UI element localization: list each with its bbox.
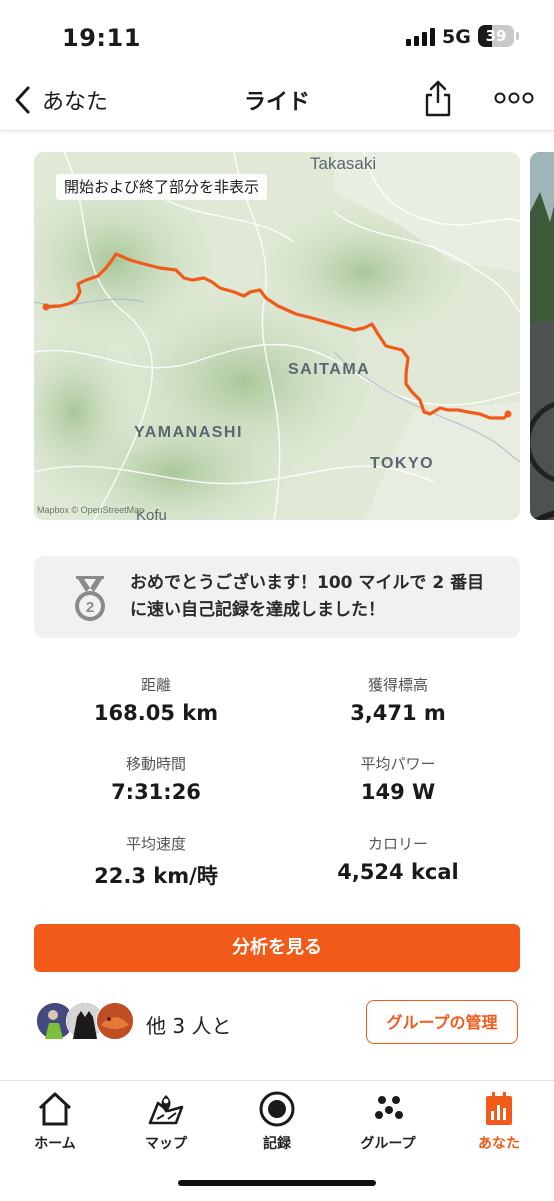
battery-level: 39 <box>485 27 507 45</box>
stat-label: 獲得標高 <box>367 676 428 694</box>
battery-cap <box>516 32 519 40</box>
route-start-marker <box>42 303 50 311</box>
stat-label: 移動時間 <box>125 755 186 773</box>
tab-label: マップ <box>145 1136 187 1152</box>
stat-average-power: 平均パワー 149 W <box>278 753 518 804</box>
share-icon[interactable] <box>422 78 454 118</box>
map-canvas: Takasaki SAITAMA YAMANASHI TOKYO Kofu Ma… <box>34 152 520 520</box>
nav-header: あなた ライド <box>0 72 554 131</box>
route-end-marker <box>504 410 512 418</box>
group-avatars[interactable] <box>36 1002 134 1040</box>
status-time: 19:11 <box>62 24 141 52</box>
you-icon <box>486 1092 512 1125</box>
tab-you[interactable]: あなた <box>444 1089 554 1153</box>
medal-number: 2 <box>86 599 94 616</box>
route-map[interactable]: Takasaki SAITAMA YAMANASHI TOKYO Kofu Ma… <box>34 152 520 520</box>
manage-group-button[interactable]: グループの管理 <box>366 1000 518 1044</box>
view-analysis-button[interactable]: 分析を見る <box>34 924 520 972</box>
home-indicator <box>178 1180 376 1186</box>
tab-label: グループ <box>360 1136 416 1152</box>
stat-average-speed: 平均速度 22.3 km/時 <box>36 833 276 890</box>
stat-value: 4,524 kcal <box>337 860 459 884</box>
tab-record[interactable]: 記録 <box>222 1089 332 1153</box>
ride-photo[interactable] <box>530 152 554 520</box>
achievement-banner[interactable]: 2 おめでとうございます！100 マイルで 2 番目に速い自己記録を達成しました… <box>34 556 520 638</box>
stat-calories: カロリー 4,524 kcal <box>278 833 518 884</box>
stat-label: 平均パワー <box>360 755 436 773</box>
record-icon <box>259 1091 295 1127</box>
tab-map[interactable]: マップ <box>111 1089 221 1153</box>
map-attribution: Mapbox © OpenStreetMap <box>37 505 144 515</box>
chevron-left-icon <box>15 86 30 114</box>
medal-icon: 2 <box>75 576 105 621</box>
stat-label: 平均速度 <box>125 835 186 853</box>
cellular-signal-icon <box>406 28 436 46</box>
stat-value: 168.05 km <box>93 701 219 725</box>
stat-elevation-gain: 獲得標高 3,471 m <box>278 674 518 725</box>
network-type: 5G <box>442 26 471 48</box>
stat-value: 22.3 km/時 <box>94 864 218 888</box>
map-icon <box>148 1095 184 1125</box>
stat-label: カロリー <box>367 835 428 853</box>
stat-value: 149 W <box>360 780 436 804</box>
stat-label: 距離 <box>140 676 171 694</box>
groups-icon <box>375 1096 403 1119</box>
more-icon[interactable] <box>494 88 534 108</box>
achievement-text: おめでとうございます！100 マイルで 2 番目に速い自己記録を達成しました！ <box>130 573 485 620</box>
photo-thumbnail <box>530 152 554 520</box>
map-place-tokyo: TOKYO <box>370 455 434 472</box>
group-members-text[interactable]: 他 3 人と <box>146 1010 231 1039</box>
stat-distance: 距離 168.05 km <box>36 674 276 725</box>
stat-value: 7:31:26 <box>111 780 201 804</box>
map-place-saitama: SAITAMA <box>288 361 370 378</box>
stat-moving-time: 移動時間 7:31:26 <box>36 753 276 804</box>
battery-icon: 39 <box>478 25 514 47</box>
status-bar: 19:11 5G 39 <box>0 0 554 72</box>
map-place-yamanashi: YAMANASHI <box>134 424 243 441</box>
tab-label: ホーム <box>34 1136 76 1152</box>
back-button[interactable]: あなた <box>10 80 108 120</box>
avatar <box>96 1002 134 1040</box>
tab-label: 記録 <box>263 1136 291 1152</box>
hide-start-end-toggle[interactable]: 開始および終了部分を非表示 <box>56 174 268 200</box>
map-place-takasaki: Takasaki <box>310 154 376 173</box>
home-icon <box>38 1092 72 1126</box>
back-label: あなた <box>42 90 109 115</box>
tab-label: あなた <box>478 1136 520 1152</box>
tab-groups[interactable]: グループ <box>333 1089 443 1153</box>
stat-value: 3,471 m <box>350 701 446 725</box>
tab-home[interactable]: ホーム <box>0 1089 110 1153</box>
